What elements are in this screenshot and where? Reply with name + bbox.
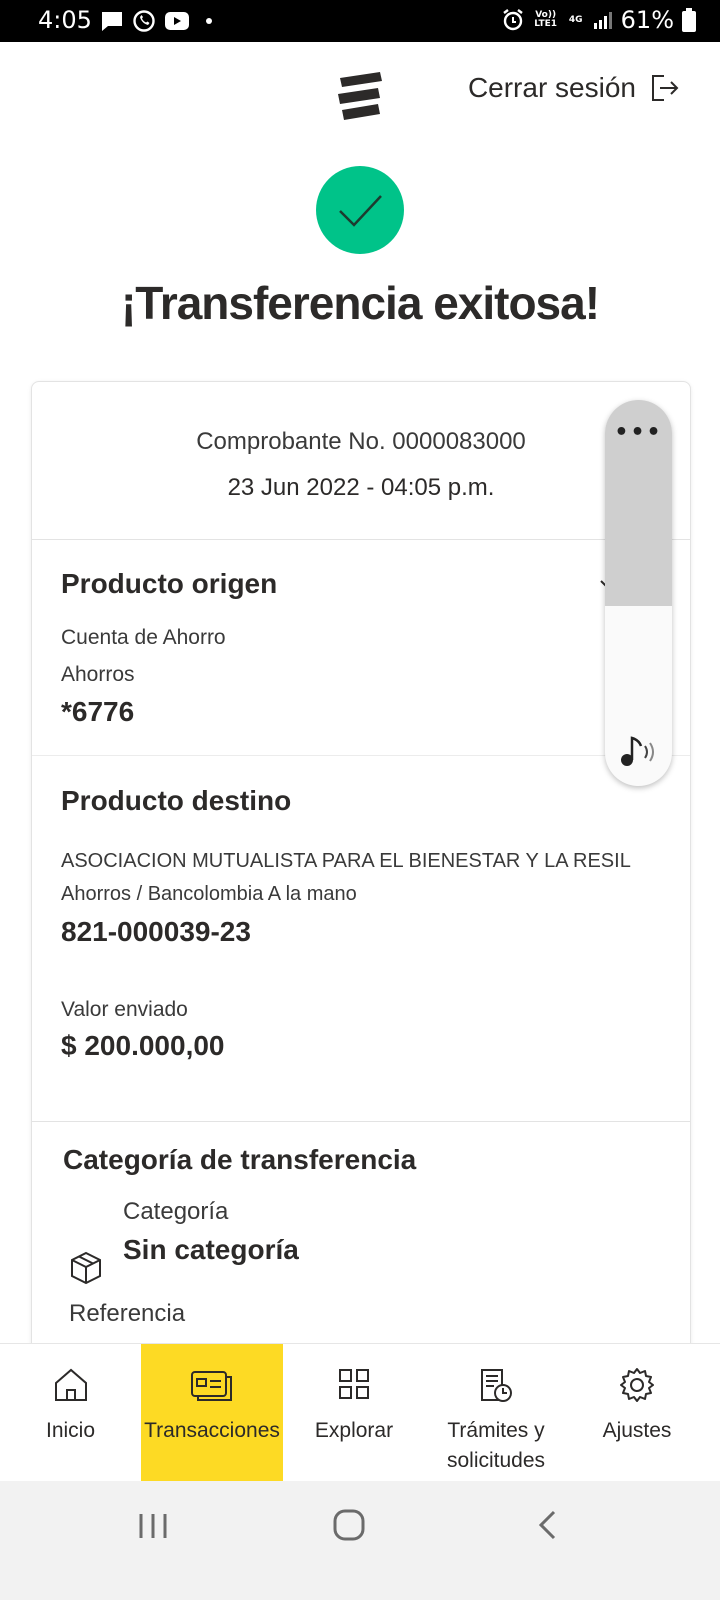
document-icon bbox=[481, 1369, 512, 1402]
destination-account-number: 821-000039-23 bbox=[61, 916, 251, 947]
destination-product: Ahorros / Bancolombia A la mano bbox=[61, 883, 357, 905]
nav-item-ajustes[interactable]: Ajustes bbox=[567, 1344, 707, 1482]
success-check-icon bbox=[316, 166, 404, 254]
category-label: Categoría bbox=[123, 1198, 229, 1225]
bottom-navigation: Inicio Transacciones Explorar Trámites y… bbox=[0, 1343, 720, 1482]
nav-label: Explorar bbox=[314, 1419, 394, 1442]
destination-product-section: Producto destino ASOCIACION MUTUALISTA P… bbox=[32, 756, 690, 1122]
nav-item-tramites[interactable]: Trámites y solicitudes bbox=[425, 1344, 567, 1482]
home-icon bbox=[54, 1368, 87, 1401]
status-time: 4:05 bbox=[38, 6, 92, 34]
volte-indicator: Vo)) LTE1 bbox=[534, 10, 558, 29]
origin-account-type: Cuenta de Ahorro bbox=[61, 626, 226, 649]
receipt-number: Comprobante No. 0000083000 bbox=[196, 428, 526, 455]
back-icon[interactable] bbox=[536, 1509, 560, 1541]
amount-label: Valor enviado bbox=[61, 998, 188, 1021]
logout-icon bbox=[652, 75, 679, 101]
destination-heading: Producto destino bbox=[61, 785, 292, 816]
nav-item-explorar[interactable]: Explorar bbox=[283, 1344, 425, 1482]
page-title: ¡Transferencia exitosa! bbox=[120, 277, 600, 329]
category-heading: Categoría de transferencia bbox=[63, 1144, 417, 1175]
gear-icon bbox=[620, 1368, 654, 1402]
nav-label: Inicio bbox=[45, 1419, 96, 1442]
recent-apps-icon[interactable] bbox=[136, 1511, 170, 1541]
nav-item-transacciones[interactable]: Transacciones bbox=[141, 1344, 283, 1482]
logout-button[interactable]: Cerrar sesión bbox=[468, 72, 680, 104]
battery-icon bbox=[682, 8, 696, 32]
origin-heading: Producto origen bbox=[61, 568, 278, 599]
nav-label: Transacciones bbox=[144, 1419, 280, 1442]
system-navigation-bar bbox=[0, 1481, 720, 1600]
origin-account-number: *6776 bbox=[61, 696, 135, 727]
signal-icon bbox=[593, 12, 612, 29]
logout-label: Cerrar sesión bbox=[467, 72, 636, 103]
origin-product: Ahorros bbox=[61, 663, 135, 686]
amount-value: $ 200.000,00 bbox=[61, 1030, 225, 1061]
home-button-icon[interactable] bbox=[332, 1508, 366, 1542]
transfer-receipt-card: Comprobante No. 0000083000 23 Jun 2022 -… bbox=[31, 381, 691, 1381]
sound-icon[interactable] bbox=[619, 734, 659, 770]
more-notifications-dot bbox=[206, 18, 212, 24]
whatsapp-icon bbox=[133, 10, 155, 32]
origin-product-section[interactable]: Producto origen Cuenta de Ahorro Ahorros… bbox=[32, 540, 690, 756]
message-icon bbox=[102, 12, 122, 31]
receipt-datetime: 23 Jun 2022 - 04:05 p.m. bbox=[227, 474, 495, 501]
battery-percent: 61% bbox=[620, 6, 674, 34]
more-options-icon[interactable]: ••• bbox=[605, 420, 672, 445]
youtube-icon bbox=[165, 12, 189, 30]
nav-label: Trámites y solicitudes bbox=[446, 1419, 546, 1472]
receipt-header: Comprobante No. 0000083000 23 Jun 2022 -… bbox=[32, 382, 690, 540]
status-bar: 4:05 Vo)) LTE1 4G 61% bbox=[0, 0, 720, 42]
nav-item-inicio[interactable]: Inicio bbox=[0, 1344, 141, 1482]
bancolombia-logo bbox=[338, 72, 382, 120]
reference-label: Referencia bbox=[69, 1300, 186, 1327]
grid-icon bbox=[339, 1369, 369, 1399]
alarm-icon bbox=[502, 9, 523, 31]
category-value: Sin categoría bbox=[123, 1234, 299, 1265]
floating-media-widget[interactable]: ••• bbox=[605, 400, 672, 786]
card-icon bbox=[191, 1371, 232, 1401]
system-status: Vo)) LTE1 4G 61% bbox=[501, 6, 696, 34]
network-type: 4G bbox=[568, 14, 583, 25]
box-icon bbox=[71, 1251, 101, 1285]
destination-holder: ASOCIACION MUTUALISTA PARA EL BIENESTAR … bbox=[61, 850, 631, 872]
notification-icons bbox=[100, 9, 212, 33]
nav-label: Ajustes bbox=[602, 1419, 672, 1442]
